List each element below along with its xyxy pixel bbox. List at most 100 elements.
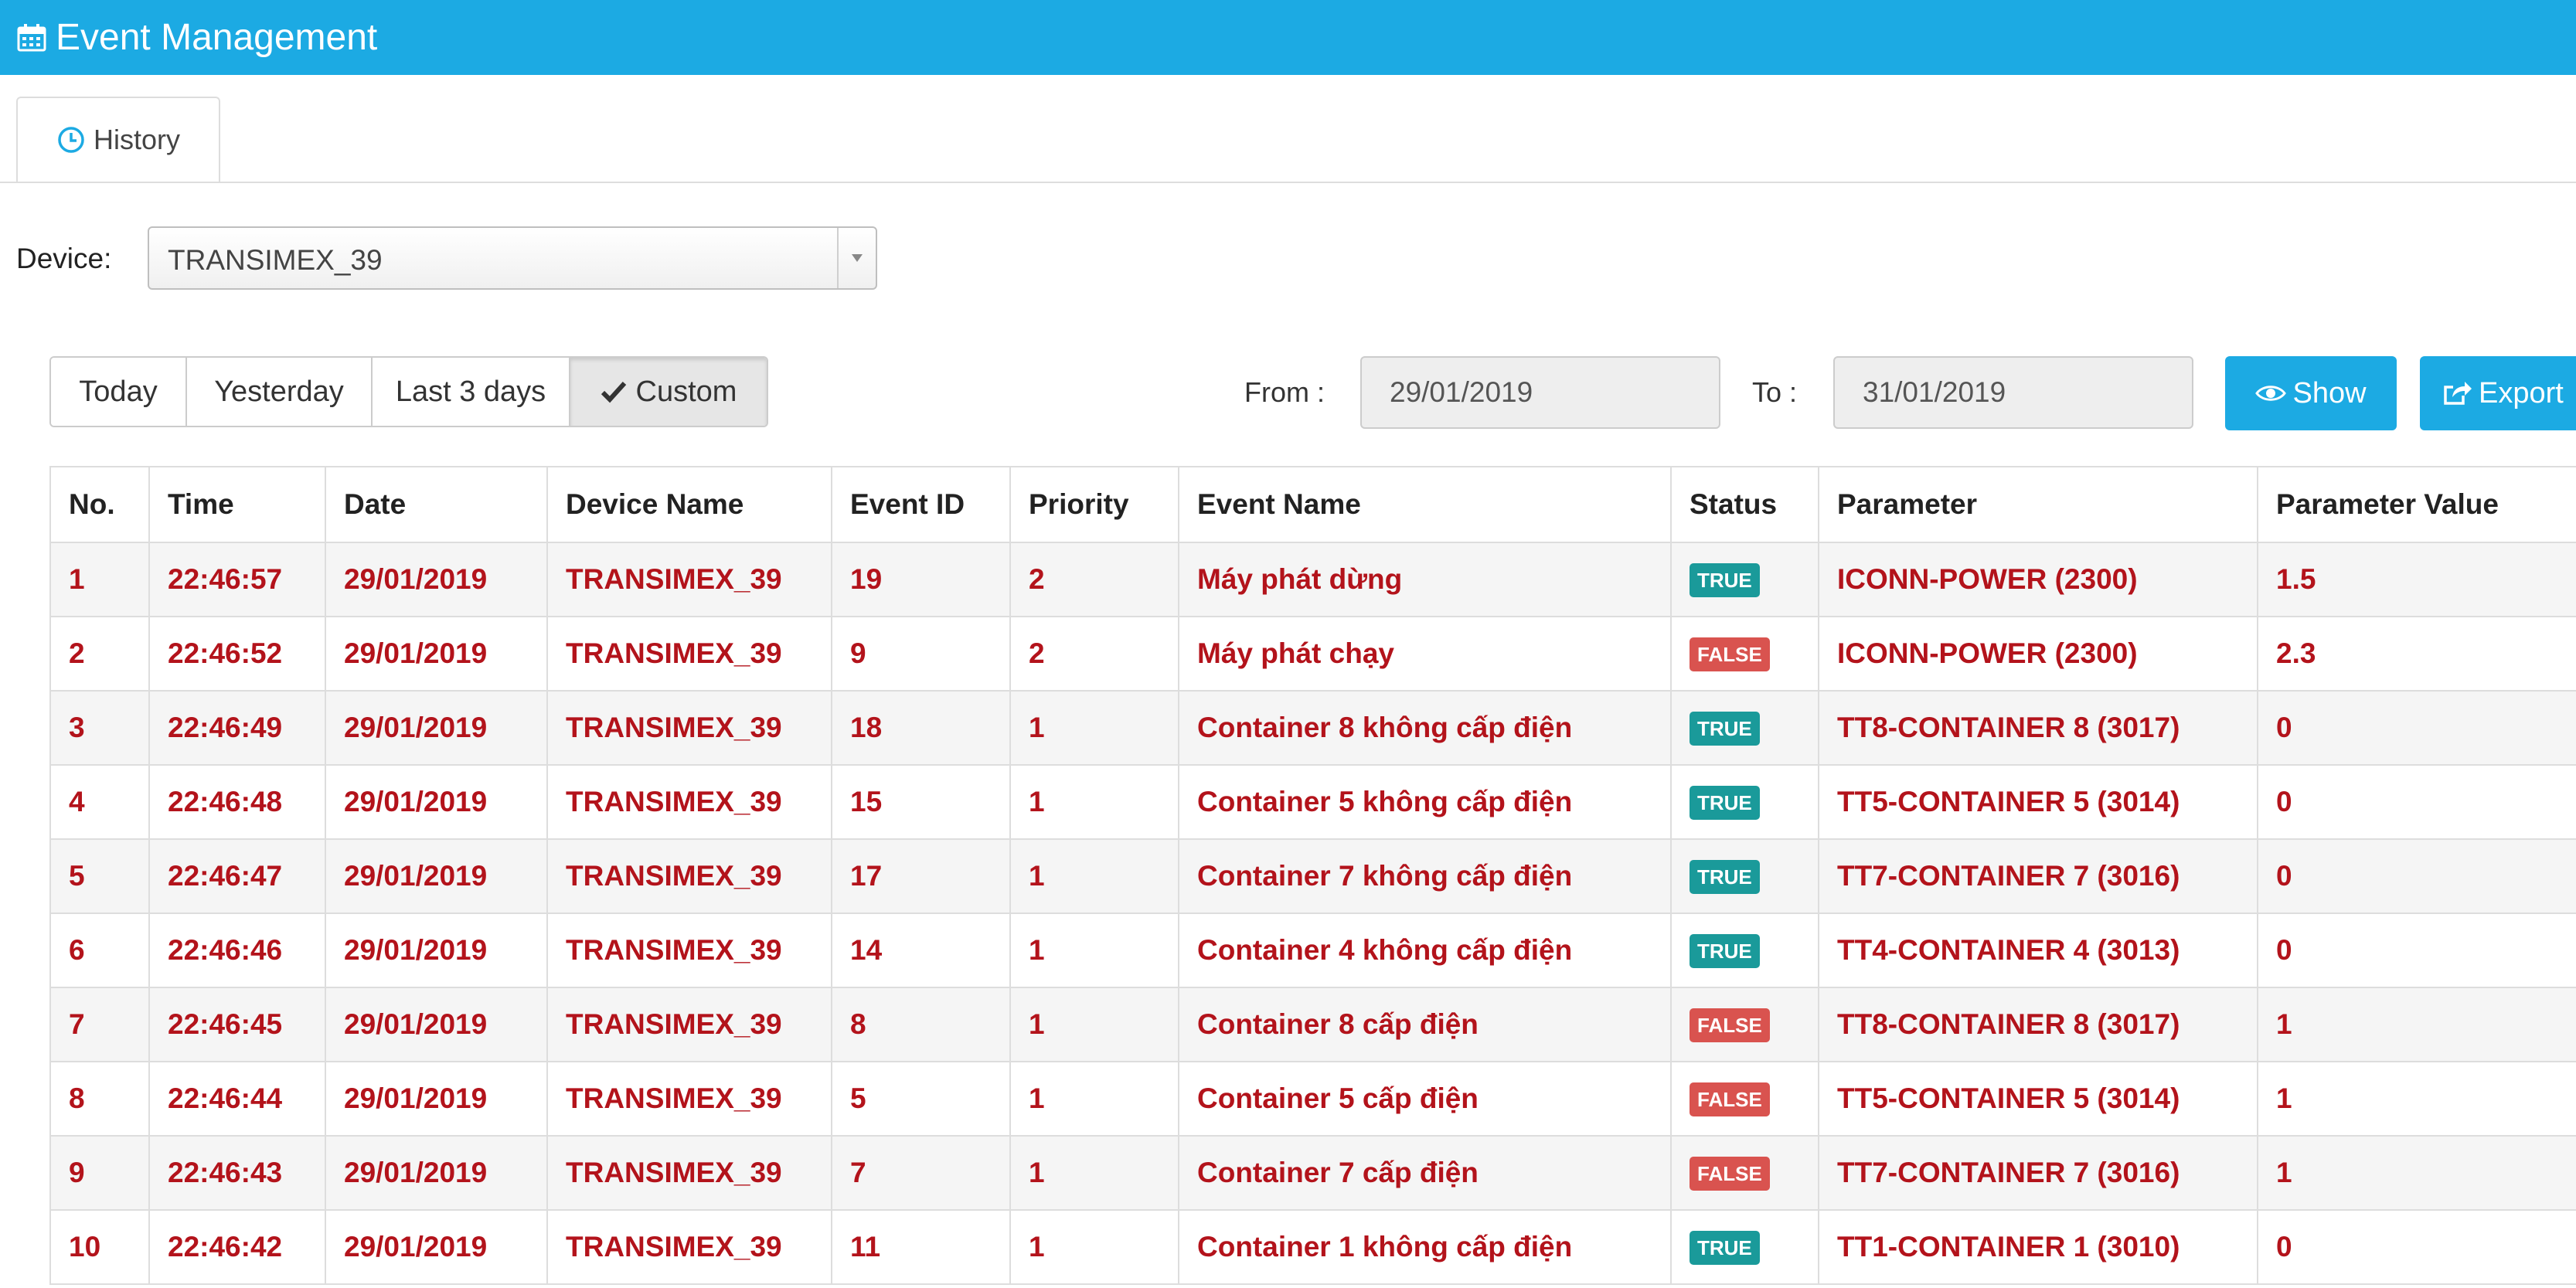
parameter-value-cell: 0	[2257, 690, 2576, 766]
table-body: 1 22:46:57 29/01/2019 TRANSIMEX_39 19 2 Máy ph…	[49, 542, 2576, 1285]
table-row: 9 22:46:43 29/01/2019 TRANSIMEX_39 7 1 Contain…	[49, 1135, 2576, 1211]
column-header: Event Name	[1178, 466, 1672, 543]
yesterday-button[interactable]: Yesterday	[187, 358, 373, 426]
column-header: Parameter	[1818, 466, 2258, 543]
from-label: From :	[1244, 376, 1325, 408]
parameter-cell: ICONN-POWER (2300)	[1818, 542, 2258, 617]
parameter-cell: TT7-CONTAINER 7 (3016)	[1818, 1135, 2258, 1211]
column-header: Date	[325, 466, 548, 543]
from-date-input[interactable]: 29/01/2019	[1360, 356, 1720, 429]
parameter-value-cell: 2.3	[2257, 616, 2576, 692]
event-name-cell: Container 7 không cấp điện	[1178, 838, 1672, 914]
event-date-cell: 29/01/2019	[325, 690, 548, 766]
parameter-value-cell: 0	[2257, 764, 2576, 840]
row-number-cell: 10	[49, 1209, 150, 1285]
row-number-cell: 6	[49, 912, 150, 988]
parameter-cell: TT1-CONTAINER 1 (3010)	[1818, 1209, 2258, 1285]
event-date-cell: 29/01/2019	[325, 616, 548, 692]
status-badge: FALSE	[1690, 637, 1770, 671]
status-cell: TRUE	[1670, 1209, 1819, 1285]
status-badge: TRUE	[1690, 786, 1760, 820]
to-date-input[interactable]: 31/01/2019	[1833, 356, 2193, 429]
parameter-cell: TT5-CONTAINER 5 (3014)	[1818, 1061, 2258, 1137]
last-3-days-button[interactable]: Last 3 days	[373, 358, 570, 426]
event-id-cell: 19	[831, 542, 1011, 617]
event-id-cell: 15	[831, 764, 1011, 840]
device-name-cell: TRANSIMEX_39	[546, 838, 832, 914]
event-name-cell: Container 8 cấp điện	[1178, 987, 1672, 1062]
yesterday-button-label: Yesterday	[214, 375, 344, 408]
event-time-cell: 22:46:57	[148, 542, 326, 617]
custom-button-label: Custom	[635, 375, 737, 408]
show-button-label: Show	[2292, 376, 2367, 410]
event-date-cell: 29/01/2019	[325, 764, 548, 840]
table-header-row: No. Time Date Device Name Event ID Priority Ev…	[49, 466, 2576, 543]
table-row: 1 22:46:57 29/01/2019 TRANSIMEX_39 19 2 Máy ph…	[49, 542, 2576, 617]
last-3-days-button-label: Last 3 days	[395, 375, 546, 408]
priority-cell: 2	[1009, 616, 1179, 692]
device-name-cell: TRANSIMEX_39	[546, 912, 832, 988]
column-header: Parameter Value	[2257, 466, 2576, 543]
event-date-cell: 29/01/2019	[325, 1209, 548, 1285]
parameter-cell: TT4-CONTAINER 4 (3013)	[1818, 912, 2258, 988]
column-header: Priority	[1009, 466, 1179, 543]
row-number-cell: 5	[49, 838, 150, 914]
event-id-cell: 7	[831, 1135, 1011, 1211]
show-button[interactable]: Show	[2225, 356, 2397, 430]
event-name-cell: Container 8 không cấp điện	[1178, 690, 1672, 766]
eye-icon	[2255, 386, 2287, 401]
device-name-cell: TRANSIMEX_39	[546, 690, 832, 766]
parameter-value-cell: 0	[2257, 912, 2576, 988]
today-button[interactable]: Today	[51, 358, 187, 426]
parameter-cell: ICONN-POWER (2300)	[1818, 616, 2258, 692]
status-badge: TRUE	[1690, 563, 1760, 597]
event-date-cell: 29/01/2019	[325, 987, 548, 1062]
device-name-cell: TRANSIMEX_39	[546, 1135, 832, 1211]
export-icon	[2444, 382, 2472, 405]
device-name-cell: TRANSIMEX_39	[546, 1061, 832, 1137]
event-name-cell: Container 4 không cấp điện	[1178, 912, 1672, 988]
event-date-cell: 29/01/2019	[325, 1061, 548, 1137]
column-header: Event ID	[831, 466, 1011, 543]
priority-cell: 1	[1009, 987, 1179, 1062]
table-row: 3 22:46:49 29/01/2019 TRANSIMEX_39 18 1 Contai…	[49, 690, 2576, 766]
status-cell: FALSE	[1670, 987, 1819, 1062]
device-select-value: TRANSIMEX_39	[168, 244, 383, 276]
event-time-cell: 22:46:49	[148, 690, 326, 766]
priority-cell: 2	[1009, 542, 1179, 617]
priority-cell: 1	[1009, 912, 1179, 988]
tab-history-label: History	[93, 124, 180, 155]
custom-button[interactable]: Custom	[570, 358, 767, 426]
status-cell: TRUE	[1670, 690, 1819, 766]
device-select[interactable]: TRANSIMEX_39	[148, 226, 877, 290]
column-header: Status	[1670, 466, 1819, 543]
page-title: Event Management	[56, 17, 378, 58]
status-cell: FALSE	[1670, 616, 1819, 692]
caret-down-icon	[852, 254, 863, 262]
row-number-cell: 4	[49, 764, 150, 840]
export-button[interactable]: Export	[2420, 356, 2576, 430]
status-badge: TRUE	[1690, 712, 1760, 746]
event-name-cell: Máy phát dừng	[1178, 542, 1672, 617]
event-name-cell: Container 7 cấp điện	[1178, 1135, 1672, 1211]
column-header: Device Name	[546, 466, 832, 543]
event-name-cell: Container 5 cấp điện	[1178, 1061, 1672, 1137]
row-number-cell: 9	[49, 1135, 150, 1211]
column-header: No.	[49, 466, 150, 543]
parameter-cell: TT7-CONTAINER 7 (3016)	[1818, 838, 2258, 914]
event-id-cell: 9	[831, 616, 1011, 692]
row-number-cell: 8	[49, 1061, 150, 1137]
event-date-cell: 29/01/2019	[325, 542, 548, 617]
tab-history[interactable]: History	[16, 97, 220, 182]
event-id-cell: 11	[831, 1209, 1011, 1285]
tab-bar: History	[0, 75, 2576, 183]
event-date-cell: 29/01/2019	[325, 838, 548, 914]
status-badge: TRUE	[1690, 860, 1760, 894]
event-name-cell: Container 5 không cấp điện	[1178, 764, 1672, 840]
event-time-cell: 22:46:44	[148, 1061, 326, 1137]
device-select-toggle[interactable]	[837, 228, 876, 288]
table-row: 6 22:46:46 29/01/2019 TRANSIMEX_39 14 1 Contai…	[49, 912, 2576, 988]
status-cell: TRUE	[1670, 764, 1819, 840]
event-name-cell: Máy phát chạy	[1178, 616, 1672, 692]
device-name-cell: TRANSIMEX_39	[546, 542, 832, 617]
